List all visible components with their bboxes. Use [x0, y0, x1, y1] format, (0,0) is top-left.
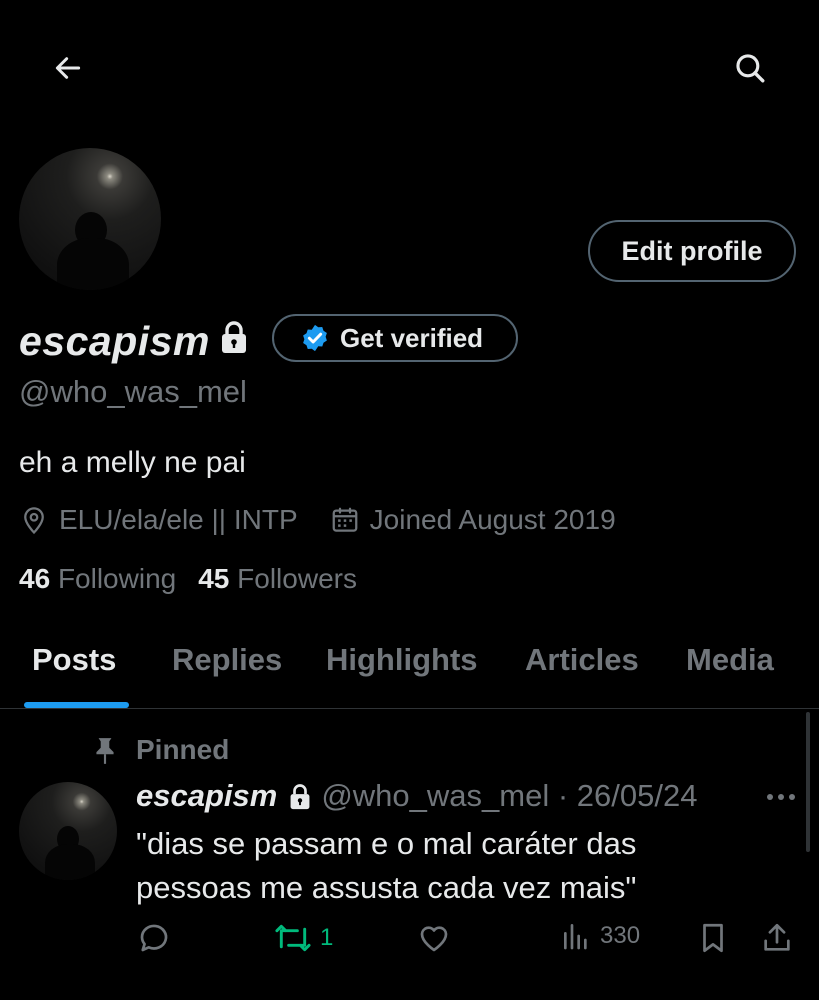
profile-meta: ELU/ela/ele || INTP Joined August 2019 — [19, 500, 616, 540]
bookmark-icon — [703, 923, 723, 953]
followers-label: Followers — [237, 563, 357, 594]
joined-text: Joined August 2019 — [369, 504, 616, 535]
get-verified-button[interactable]: Get verified — [272, 314, 518, 362]
tab-articles[interactable]: Articles — [525, 642, 639, 678]
followers-link[interactable]: 45 Followers — [198, 563, 357, 595]
tab-media[interactable]: Media — [686, 642, 774, 678]
profile-avatar[interactable] — [19, 148, 161, 290]
tab-replies[interactable]: Replies — [172, 642, 282, 678]
active-tab-indicator — [24, 702, 129, 708]
location-text: ELU/ela/ele || INTP — [59, 504, 298, 535]
bookmark-button[interactable] — [696, 920, 730, 956]
retweet-count: 1 — [320, 924, 334, 951]
following-count: 46 — [19, 563, 51, 594]
lock-icon — [220, 320, 248, 354]
post-author-avatar[interactable] — [19, 782, 117, 880]
views-bar-chart-icon — [564, 924, 587, 950]
calendar-icon — [332, 507, 358, 532]
location-item: ELU/ela/ele || INTP — [19, 504, 298, 536]
share-button[interactable] — [760, 920, 794, 956]
location-pin-icon — [24, 507, 44, 535]
follow-stats: 46 Following 45 Followers — [19, 563, 357, 595]
post-more-button[interactable] — [764, 784, 798, 810]
views-button[interactable]: 330 — [560, 920, 640, 952]
followers-count: 45 — [198, 563, 230, 594]
search-icon — [736, 54, 765, 83]
heart-icon — [420, 926, 448, 952]
scrollbar[interactable] — [806, 712, 810, 852]
profile-tabs: Posts Replies Highlights Articles Media — [0, 630, 819, 709]
tab-posts[interactable]: Posts — [32, 642, 116, 678]
profile-handle: @who_was_mel — [19, 374, 247, 409]
edit-profile-button[interactable]: Edit profile — [588, 220, 796, 282]
views-count: 330 — [600, 922, 641, 949]
post-meta: @who_was_mel · 26/05/24 — [321, 778, 698, 813]
display-name: escapism — [19, 318, 210, 364]
retweet-button[interactable]: 1 — [274, 920, 333, 956]
pinned-label: Pinned — [136, 734, 230, 765]
post-author-name[interactable]: escapism — [136, 778, 277, 814]
search-button[interactable] — [728, 46, 772, 90]
post-actions: 1 330 — [136, 920, 800, 966]
share-icon — [764, 923, 790, 951]
post-header: escapism @who_was_mel · 26/05/24 — [136, 778, 697, 814]
verified-badge-icon — [303, 324, 327, 352]
post-lock-icon — [289, 783, 311, 810]
reply-icon — [140, 924, 168, 952]
tab-highlights[interactable]: Highlights — [326, 642, 478, 678]
post-text: "dias se passam e o mal caráter das pess… — [136, 826, 637, 905]
reply-button[interactable] — [136, 920, 172, 956]
profile-bio: eh a melly ne pai — [19, 446, 246, 479]
following-link[interactable]: 46 Following — [19, 563, 176, 595]
more-dots-icon — [767, 794, 795, 800]
get-verified-label: Get verified — [340, 322, 484, 353]
like-button[interactable] — [416, 920, 452, 956]
retweet-icon — [275, 924, 311, 952]
pin-icon — [92, 736, 118, 766]
following-label: Following — [57, 563, 177, 594]
back-button[interactable] — [48, 48, 88, 88]
joined-item: Joined August 2019 — [330, 504, 616, 536]
arrow-left-icon — [55, 57, 81, 79]
